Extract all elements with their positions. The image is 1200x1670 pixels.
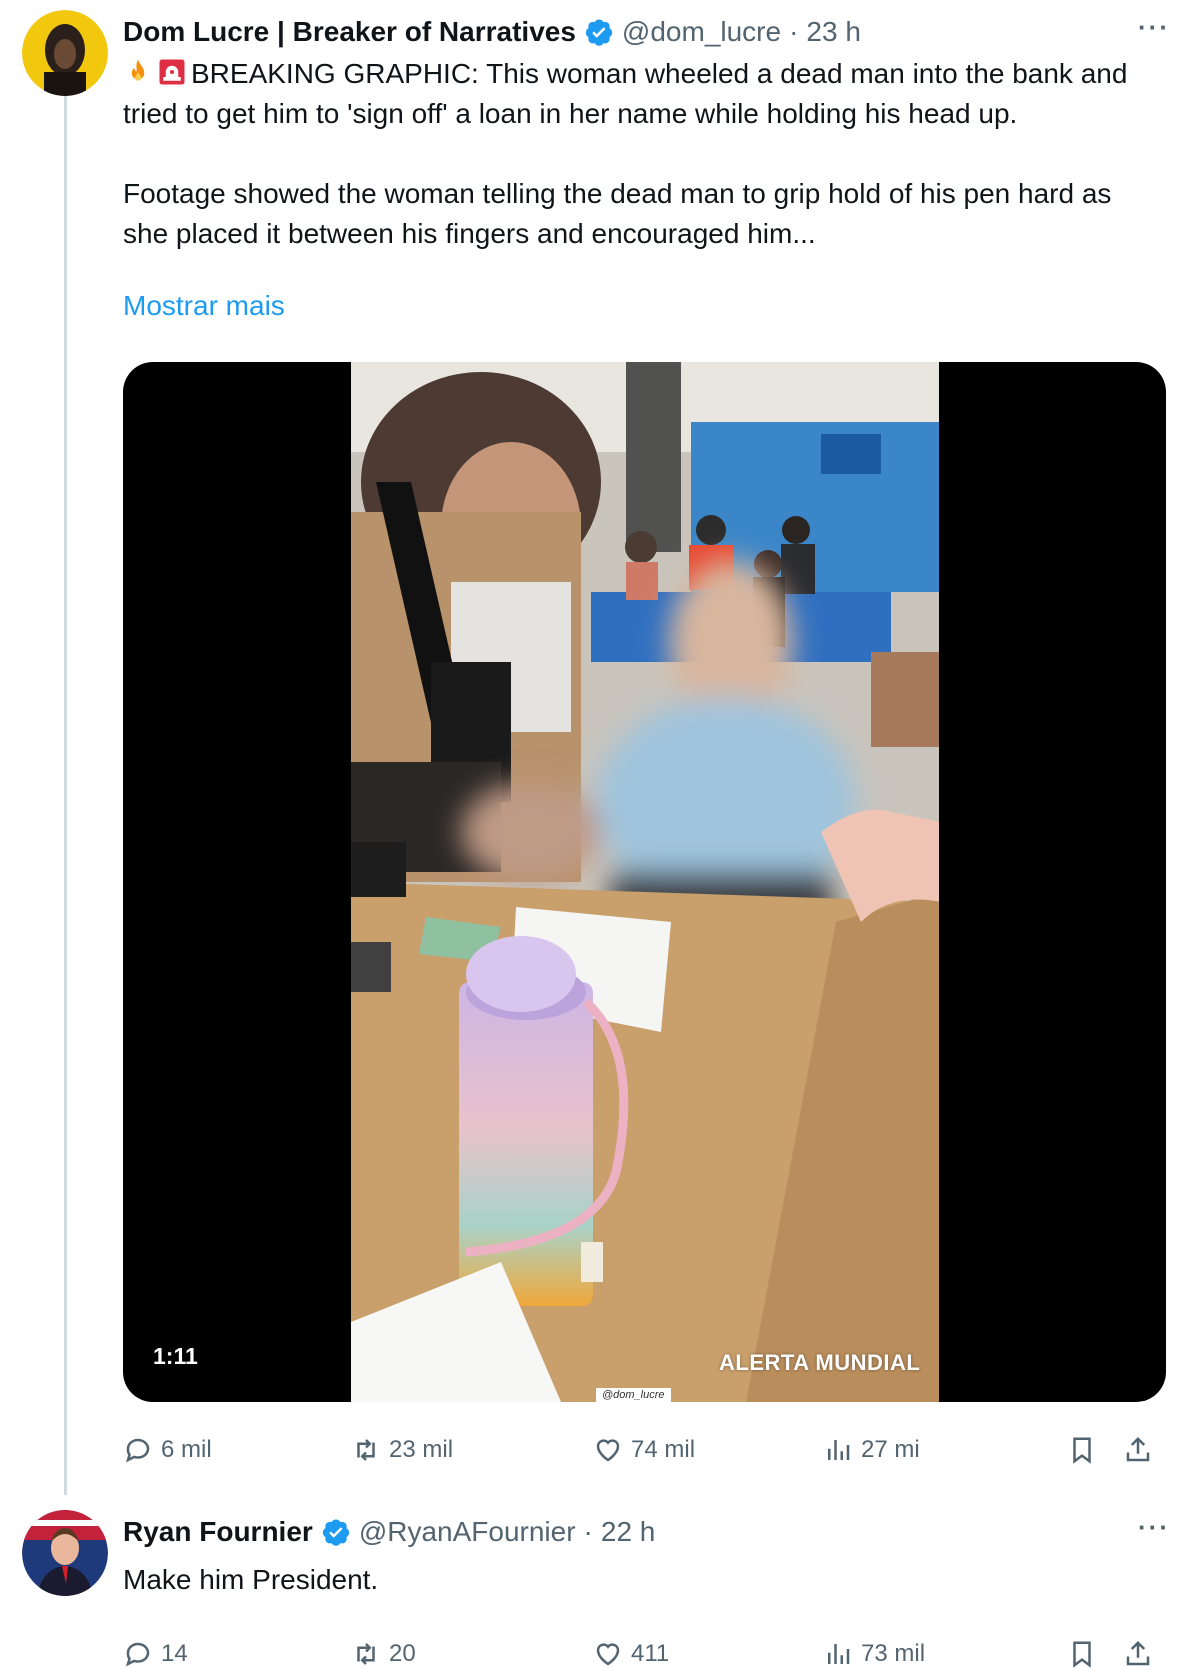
- separator-dot: ·: [789, 16, 799, 47]
- views-chart-icon: [828, 1440, 850, 1460]
- tweet-header: Dom Lucre | Breaker of Narratives @dom_l…: [123, 12, 1180, 52]
- heart-icon: [596, 1643, 620, 1666]
- share-icon: [1126, 1436, 1150, 1462]
- bookmark-button[interactable]: [1067, 1632, 1097, 1670]
- avatar[interactable]: [22, 10, 108, 96]
- like-count: 74 mil: [631, 1436, 696, 1463]
- video-thumbnail[interactable]: [351, 362, 939, 1402]
- tweet-paragraph: Footage showed the woman telling the dea…: [123, 178, 1112, 249]
- views-count: 27 mi: [861, 1436, 920, 1463]
- avatar[interactable]: [22, 1510, 108, 1596]
- verified-badge-icon: [584, 17, 614, 47]
- views-chart-icon: [828, 1644, 850, 1664]
- display-name[interactable]: Ryan Fournier: [123, 1516, 313, 1548]
- tweet-dom-lucre[interactable]: Dom Lucre | Breaker of Narratives @dom_l…: [0, 0, 1200, 1500]
- retweet-count: 23 mil: [389, 1436, 454, 1463]
- reply-count: 6 mil: [161, 1436, 212, 1463]
- separator-dot: ·: [583, 1516, 593, 1547]
- timestamp[interactable]: 22 h: [601, 1516, 656, 1548]
- share-button[interactable]: [1123, 1632, 1153, 1670]
- views-count: 73 mil: [861, 1640, 926, 1667]
- handle[interactable]: @dom_lucre: [622, 16, 781, 48]
- reply-icon: [126, 1642, 150, 1667]
- tweet-text: Make him President.: [123, 1564, 379, 1595]
- share-icon: [1126, 1640, 1150, 1666]
- reply-button[interactable]: 6 mil: [123, 1428, 212, 1472]
- share-button[interactable]: [1123, 1428, 1153, 1472]
- like-button[interactable]: 74 mil: [593, 1428, 695, 1472]
- tweet-header: Ryan Fournier @RyanAFournier · 22 h ···: [123, 1512, 1180, 1552]
- avatar-image: [22, 10, 108, 96]
- video-watermark: ALERTA MUNDIAL: [719, 1350, 921, 1375]
- more-options-button[interactable]: ···: [1138, 12, 1170, 43]
- retweet-button[interactable]: 20: [351, 1632, 416, 1670]
- bookmark-button[interactable]: [1067, 1428, 1097, 1472]
- timestamp[interactable]: 23 h: [806, 16, 861, 48]
- tweet-text: BREAKING GRAPHIC: This woman wheeled a d…: [123, 54, 1160, 254]
- reply-count: 14: [161, 1640, 188, 1667]
- retweet-count: 20: [389, 1640, 416, 1667]
- fire-icon: [123, 57, 153, 87]
- show-more-link[interactable]: Mostrar mais: [123, 290, 285, 322]
- heart-icon: [596, 1439, 620, 1462]
- like-button[interactable]: 411: [593, 1632, 669, 1670]
- tweet-ryan-fournier[interactable]: Ryan Fournier @RyanAFournier · 22 h ··· …: [0, 1500, 1200, 1670]
- verified-badge-icon: [321, 1517, 351, 1547]
- avatar-image: [22, 1510, 108, 1596]
- tweet-actions: 6 mil 23 mil 74 mil 27 mi: [123, 1428, 1166, 1472]
- video-player[interactable]: 1:11 ALERTA MUNDIAL @dom_lucre: [123, 362, 1166, 1402]
- views-button[interactable]: 27 mi: [823, 1428, 920, 1472]
- bookmark-icon: [1073, 1437, 1091, 1464]
- like-count: 411: [631, 1640, 670, 1667]
- handle[interactable]: @RyanAFournier: [359, 1516, 576, 1548]
- display-name[interactable]: Dom Lucre | Breaker of Narratives: [123, 16, 576, 48]
- tweet-actions: 14 20 411 73 mil: [123, 1632, 1166, 1670]
- retweet-button[interactable]: 23 mil: [351, 1428, 453, 1472]
- views-button[interactable]: 73 mil: [823, 1632, 925, 1670]
- reply-button[interactable]: 14: [123, 1632, 188, 1670]
- retweet-icon: [357, 1643, 375, 1665]
- bookmark-icon: [1073, 1641, 1091, 1668]
- more-options-button[interactable]: ···: [1138, 1512, 1170, 1543]
- tweet-paragraph-1-text: BREAKING GRAPHIC: This woman wheeled a d…: [123, 58, 1128, 129]
- video-watermark-handle: @dom_lucre: [596, 1388, 671, 1402]
- reply-icon: [126, 1438, 150, 1463]
- video-duration: 1:11: [153, 1343, 198, 1369]
- retweet-icon: [357, 1439, 375, 1461]
- tweet-paragraph: BREAKING GRAPHIC: This woman wheeled a d…: [123, 54, 1160, 134]
- siren-icon: [157, 57, 187, 87]
